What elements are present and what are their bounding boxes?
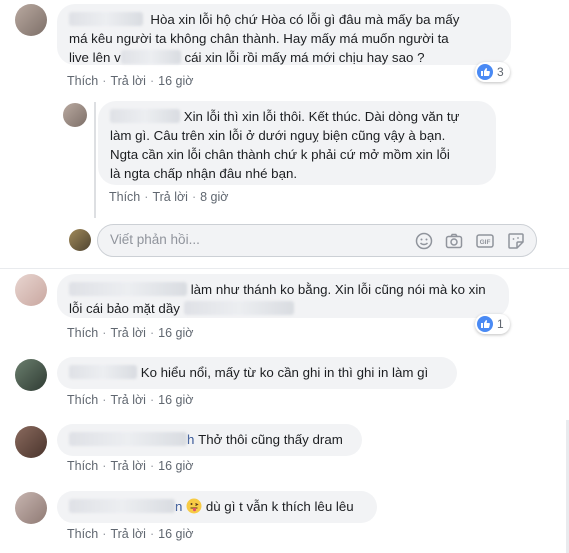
reply-input[interactable]: Viết phản hồi... GIF: [97, 224, 537, 257]
divider: [0, 268, 569, 269]
like-link[interactable]: Thích: [67, 326, 98, 340]
like-link[interactable]: Thích: [67, 393, 98, 407]
comment-bubble: Xin lỗi thì xin lỗi thôi. Kết thúc. Dài …: [98, 101, 496, 185]
like-icon: [477, 316, 493, 332]
reply-link[interactable]: Trả lời: [110, 527, 146, 541]
sticker-icon[interactable]: [507, 232, 525, 250]
avatar[interactable]: [63, 103, 87, 127]
reaction-count[interactable]: 1: [475, 314, 510, 334]
reaction-count[interactable]: 3: [475, 62, 510, 82]
timestamp[interactable]: 8 giờ: [200, 190, 228, 204]
timestamp[interactable]: 16 giờ: [158, 326, 193, 340]
avatar[interactable]: [15, 492, 47, 524]
commenter-name[interactable]: [69, 499, 175, 513]
comment-actions: Thích · Trả lời · 16 giờ: [67, 74, 194, 88]
timestamp[interactable]: 16 giờ: [158, 527, 193, 541]
camera-icon[interactable]: [445, 232, 463, 250]
reply-link[interactable]: Trả lời: [110, 393, 146, 407]
timestamp[interactable]: 16 giờ: [158, 74, 193, 88]
comment-actions: Thích · Trả lời · 16 giờ: [67, 459, 194, 473]
comment-bubble: Hòa xin lỗi hộ chứ Hòa có lỗi gì đâu mà …: [57, 4, 511, 65]
like-link[interactable]: Thích: [67, 74, 98, 88]
comment-bubble: n dù gì t vẫn k thích lêu lêu: [57, 491, 377, 523]
comment-bubble: làm như thánh ko bằng. Xin lỗi cũng nói …: [57, 274, 509, 318]
svg-text:GIF: GIF: [480, 239, 491, 246]
comment-actions: Thích · Trả lời · 8 giờ: [109, 190, 229, 204]
like-link[interactable]: Thích: [67, 459, 98, 473]
commenter-name[interactable]: [69, 365, 137, 379]
timestamp[interactable]: 16 giờ: [158, 459, 193, 473]
avatar[interactable]: [15, 359, 47, 391]
reply-link[interactable]: Trả lời: [110, 459, 146, 473]
reply-link[interactable]: Trả lời: [110, 74, 146, 88]
commenter-name[interactable]: [69, 432, 187, 446]
thread-line: [94, 102, 96, 218]
commenter-name[interactable]: [69, 282, 187, 296]
tongue-emoji-icon: [186, 498, 202, 514]
like-icon: [477, 64, 493, 80]
avatar[interactable]: [15, 4, 47, 36]
commenter-name[interactable]: [110, 109, 180, 123]
like-link[interactable]: Thích: [109, 190, 140, 204]
like-link[interactable]: Thích: [67, 527, 98, 541]
emoji-icon[interactable]: [415, 232, 433, 250]
reply-placeholder: Viết phản hồi...: [110, 232, 200, 247]
comment-bubble: Ko hiểu nổi, mấy từ ko cần ghi in thì gh…: [57, 357, 457, 389]
reply-link[interactable]: Trả lời: [152, 190, 188, 204]
reply-link[interactable]: Trả lời: [110, 326, 146, 340]
avatar[interactable]: [15, 274, 47, 306]
timestamp[interactable]: 16 giờ: [158, 393, 193, 407]
comment-actions: Thích · Trả lời · 16 giờ: [67, 326, 194, 340]
current-user-avatar: [69, 229, 91, 251]
gif-icon[interactable]: GIF: [476, 232, 494, 250]
commenter-name[interactable]: [69, 12, 143, 26]
avatar[interactable]: [15, 426, 47, 458]
comment-actions: Thích · Trả lời · 16 giờ: [67, 393, 194, 407]
comment-bubble: h Thở thôi cũng thấy dram: [57, 424, 362, 456]
comment-actions: Thích · Trả lời · 16 giờ: [67, 527, 194, 541]
